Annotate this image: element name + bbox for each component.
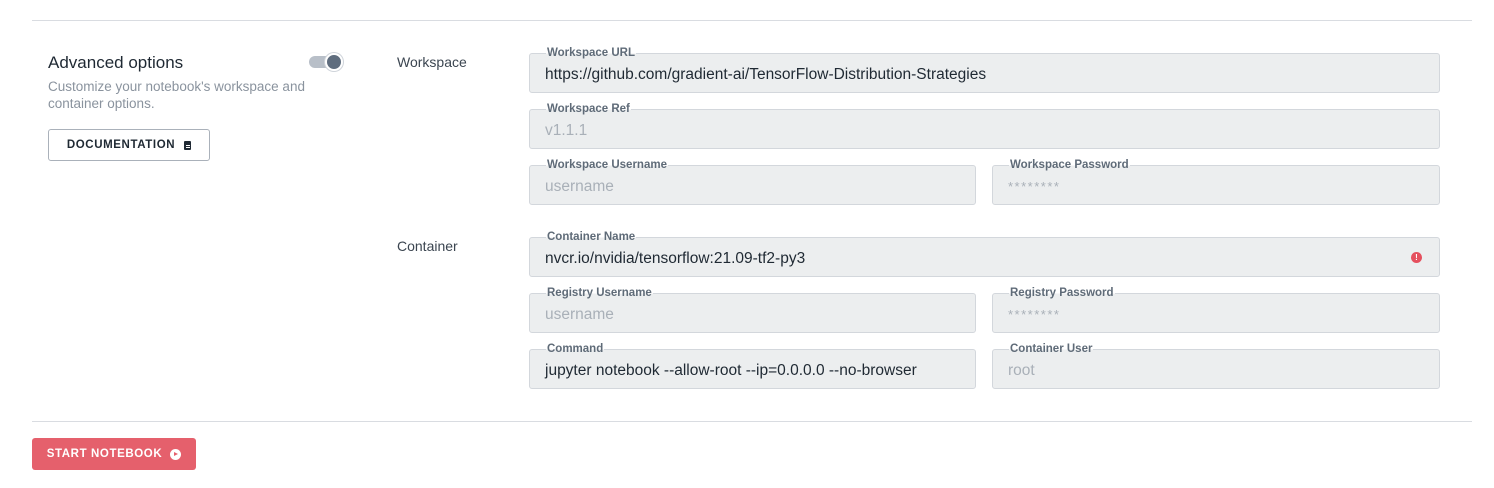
workspace-username-field[interactable]: Workspace Username username bbox=[529, 159, 976, 205]
workspace-ref-field[interactable]: Workspace Ref v1.1.1 bbox=[529, 103, 1440, 149]
workspace-password-placeholder: ******** bbox=[1008, 179, 1061, 194]
workspace-password-field[interactable]: Workspace Password ******** bbox=[992, 159, 1440, 205]
workspace-username-placeholder: username bbox=[545, 178, 614, 195]
workspace-password-label: Workspace Password bbox=[1009, 159, 1130, 172]
workspace-section-label: Workspace bbox=[397, 54, 467, 70]
workspace-ref-label: Workspace Ref bbox=[546, 103, 631, 116]
top-divider bbox=[32, 20, 1472, 21]
workspace-url-field[interactable]: Workspace URL https://github.com/gradien… bbox=[529, 47, 1440, 93]
container-user-field[interactable]: Container User root bbox=[992, 343, 1440, 389]
registry-password-placeholder: ******** bbox=[1008, 307, 1061, 322]
registry-username-field[interactable]: Registry Username username bbox=[529, 287, 976, 333]
bottom-divider bbox=[32, 421, 1472, 422]
play-circle-icon bbox=[170, 448, 182, 460]
registry-password-field[interactable]: Registry Password ******** bbox=[992, 287, 1440, 333]
workspace-username-label: Workspace Username bbox=[546, 159, 668, 172]
advanced-options-toggle[interactable] bbox=[309, 53, 343, 71]
advanced-options-title: Advanced options bbox=[48, 53, 184, 72]
container-section-label: Container bbox=[397, 238, 458, 254]
registry-username-label: Registry Username bbox=[546, 287, 653, 300]
command-field[interactable]: Command jupyter notebook --allow-root --… bbox=[529, 343, 976, 389]
documentation-button-label: DOCUMENTATION bbox=[66, 139, 176, 151]
start-notebook-button[interactable]: START NOTEBOOK bbox=[32, 438, 196, 470]
workspace-url-value: https://github.com/gradient-ai/TensorFlo… bbox=[545, 66, 987, 83]
document-icon bbox=[184, 140, 192, 150]
container-user-placeholder: root bbox=[1008, 362, 1035, 379]
start-notebook-label: START NOTEBOOK bbox=[46, 448, 163, 460]
workspace-url-label: Workspace URL bbox=[546, 47, 636, 60]
advanced-options-description: Customize your notebook's workspace and … bbox=[48, 79, 305, 111]
command-label: Command bbox=[546, 343, 605, 356]
container-name-value: nvcr.io/nvidia/tensorflow:21.09-tf2-py3 bbox=[545, 250, 806, 267]
container-name-field[interactable]: Container Name nvcr.io/nvidia/tensorflow… bbox=[529, 231, 1440, 277]
toggle-knob bbox=[325, 53, 343, 71]
registry-password-label: Registry Password bbox=[1009, 287, 1115, 300]
container-name-label: Container Name bbox=[546, 231, 637, 244]
container-user-label: Container User bbox=[1009, 343, 1094, 356]
error-icon: ! bbox=[1411, 252, 1422, 263]
registry-username-placeholder: username bbox=[545, 306, 614, 323]
documentation-button[interactable]: DOCUMENTATION bbox=[48, 129, 210, 161]
command-value: jupyter notebook --allow-root --ip=0.0.0… bbox=[545, 362, 917, 379]
workspace-ref-placeholder: v1.1.1 bbox=[545, 122, 588, 139]
